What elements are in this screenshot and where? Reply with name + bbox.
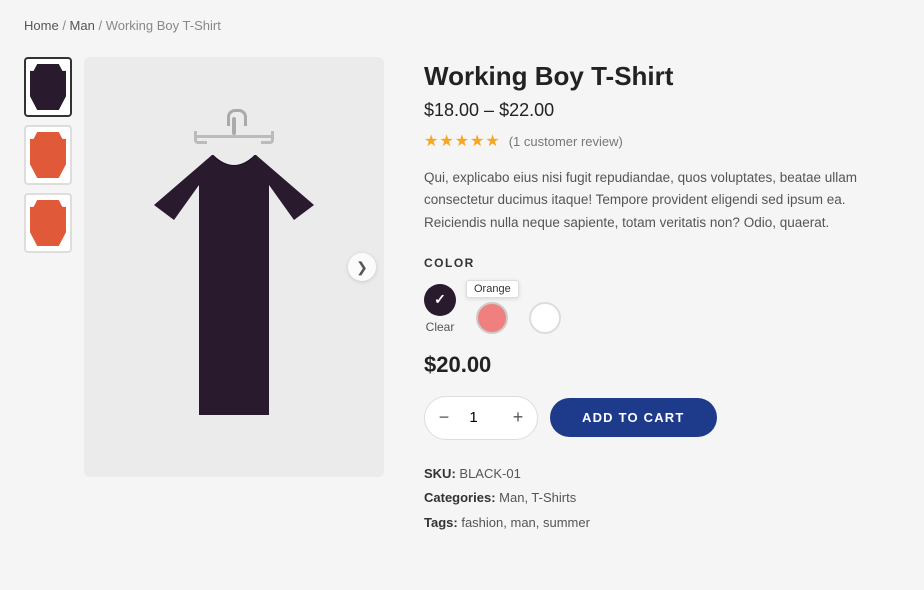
categories-label: Categories: xyxy=(424,490,496,505)
breadcrumb-man[interactable]: Man xyxy=(70,18,95,33)
quantity-control: − + xyxy=(424,396,538,440)
thumbnail-list xyxy=(24,57,72,477)
orange-tooltip: Orange xyxy=(466,280,519,298)
meta-section: SKU: BLACK-01 Categories: Man, T-Shirts … xyxy=(424,462,900,536)
swatch-orange[interactable] xyxy=(476,302,508,334)
product-description: Qui, explicabo eius nisi fugit repudiand… xyxy=(424,167,900,234)
breadcrumb-sep-1: / xyxy=(62,18,69,33)
product-title: Working Boy T-Shirt xyxy=(424,61,900,92)
thumb-img-red xyxy=(30,132,66,178)
tags-label: Tags: xyxy=(424,515,458,530)
color-label: COLOR xyxy=(424,256,900,270)
quantity-cart-row: − + ADD TO CART xyxy=(424,396,900,440)
tshirt-svg xyxy=(144,155,324,415)
main-product-image: ❯ xyxy=(84,57,384,477)
hanger-bar xyxy=(194,135,274,138)
thumb-img-black xyxy=(30,64,66,110)
sku-row: SKU: BLACK-01 xyxy=(424,462,900,487)
breadcrumb-sep-2: / xyxy=(98,18,105,33)
tshirt-body xyxy=(144,155,324,415)
swatch-wrapper-orange: Orange xyxy=(466,280,519,334)
qty-plus-button[interactable]: + xyxy=(499,397,537,439)
rating-row: ★★★★★ (1 customer review) xyxy=(424,131,900,151)
qty-input[interactable] xyxy=(463,409,499,426)
add-to-cart-button[interactable]: ADD TO CART xyxy=(550,398,717,437)
product-layout: ❯ Working Boy T-Shirt $18.00 – $22.00 ★★… xyxy=(24,57,900,536)
clear-label: Clear xyxy=(426,320,455,334)
categories-value: Man, T-Shirts xyxy=(499,490,576,505)
page-wrapper: Home / Man / Working Boy T-Shirt xyxy=(0,0,924,590)
price-range: $18.00 – $22.00 xyxy=(424,100,900,121)
tshirt-display xyxy=(144,117,324,417)
image-section: ❯ xyxy=(24,57,384,477)
product-price: $20.00 xyxy=(424,352,900,378)
breadcrumb-current: Working Boy T-Shirt xyxy=(106,18,221,33)
thumbnail-3[interactable] xyxy=(24,193,72,253)
hanger xyxy=(194,117,274,157)
hanger-hook xyxy=(232,117,236,135)
categories-row: Categories: Man, T-Shirts xyxy=(424,486,900,511)
breadcrumb: Home / Man / Working Boy T-Shirt xyxy=(24,18,900,33)
tags-value: fashion, man, summer xyxy=(461,515,590,530)
review-count: (1 customer review) xyxy=(509,134,623,149)
star-rating: ★★★★★ xyxy=(424,131,501,151)
swatch-wrapper-black: Clear xyxy=(424,284,456,334)
swatch-wrapper-white xyxy=(529,302,561,334)
next-arrow-button[interactable]: ❯ xyxy=(348,253,376,281)
product-info: Working Boy T-Shirt $18.00 – $22.00 ★★★★… xyxy=(424,57,900,536)
tags-row: Tags: fashion, man, summer xyxy=(424,511,900,536)
swatch-white[interactable] xyxy=(529,302,561,334)
color-section: COLOR Clear Orange xyxy=(424,256,900,334)
thumbnail-2[interactable] xyxy=(24,125,72,185)
breadcrumb-home[interactable]: Home xyxy=(24,18,59,33)
qty-minus-button[interactable]: − xyxy=(425,397,463,439)
sku-label: SKU: xyxy=(424,466,456,481)
thumb-img-red2 xyxy=(30,200,66,246)
sku-value: BLACK-01 xyxy=(459,466,520,481)
swatch-black[interactable] xyxy=(424,284,456,316)
thumbnail-1[interactable] xyxy=(24,57,72,117)
